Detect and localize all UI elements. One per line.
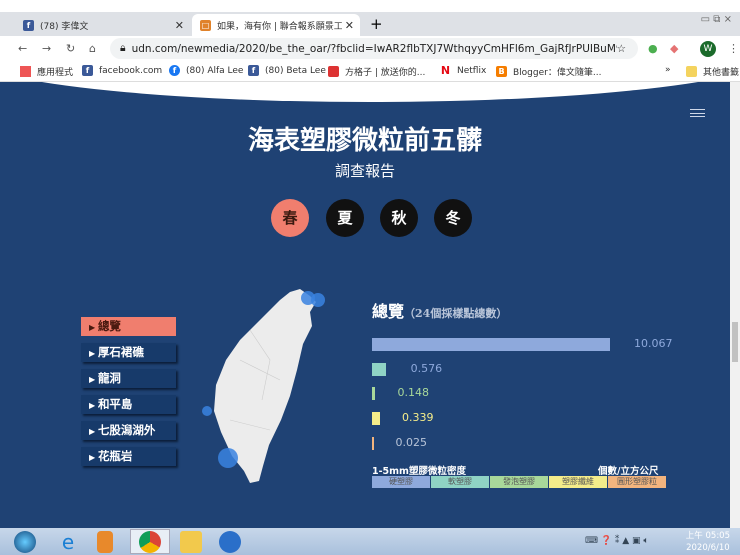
x-axis-label: 1-5mm塑膠微粒密度: [372, 466, 466, 477]
time: 上午 05:05: [685, 531, 730, 541]
value-label: 0.576: [410, 361, 443, 375]
clock[interactable]: 上午 05:05 2020/6/10: [686, 530, 730, 554]
start-button[interactable]: [14, 531, 36, 553]
panel-title: 總覽（24個採樣點總數）: [372, 298, 507, 322]
bar-1[interactable]: [372, 362, 386, 376]
chrome-icon[interactable]: [139, 531, 161, 553]
tray-icons[interactable]: ⌨ ❓ ⁑ ▲ ▣ 🔈︎: [585, 536, 649, 546]
sample-site-marker: [202, 406, 212, 416]
legend-item: 軟塑膠: [431, 476, 489, 488]
legend-item: 發泡塑膠: [490, 476, 548, 488]
legend-item: 圓形塑膠粒: [608, 476, 666, 488]
value-label: 0.148: [397, 386, 429, 400]
bar-0[interactable]: [372, 338, 610, 351]
panel-note: （24個採樣點總數）: [404, 307, 508, 320]
legend-item: 硬塑膠: [372, 476, 430, 488]
media-player-icon[interactable]: [97, 531, 113, 553]
sample-site-marker: [218, 448, 238, 468]
thunderbird-icon[interactable]: [219, 531, 241, 553]
panel-title-text: 總覽: [372, 302, 405, 321]
value-label: 10.067: [634, 337, 673, 350]
folder-icon[interactable]: [180, 531, 202, 553]
taskbar: e ⌨ ❓ ⁑ ▲ ▣ 🔈︎ 上午 05:05 2020/6/10: [0, 528, 740, 555]
legend-item: 塑膠纖維: [549, 476, 607, 488]
bar-3[interactable]: [372, 412, 380, 426]
sample-site-marker: [311, 293, 325, 307]
value-label: 0.339: [402, 411, 434, 425]
date: 2020/6/10: [686, 543, 730, 553]
unit-label: 個數/立方公尺: [598, 466, 659, 477]
bar-4[interactable]: [372, 436, 374, 450]
bar-2[interactable]: [372, 387, 376, 401]
value-label: 0.025: [395, 435, 428, 449]
ie-icon[interactable]: e: [57, 531, 79, 553]
